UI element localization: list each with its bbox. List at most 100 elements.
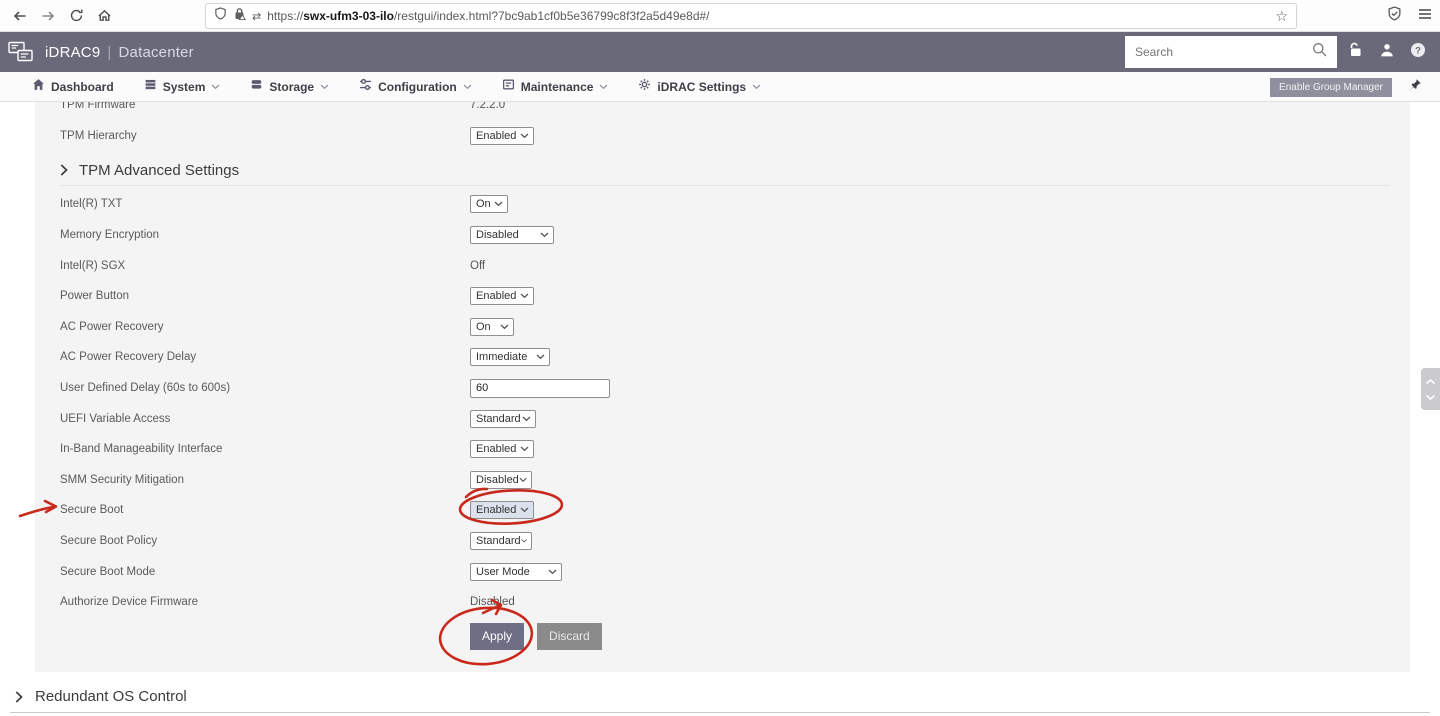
tpm-firmware-label: TPM Firmware: [60, 102, 470, 111]
tpm-hierarchy-label: TPM Hierarchy: [60, 130, 470, 142]
uefi-variable-access-select[interactable]: Standard: [470, 410, 536, 428]
refresh-icon[interactable]: [62, 4, 90, 28]
address-bar[interactable]: ⇄ https://swx-ufm3-03-ilo/restgui/index.…: [205, 3, 1297, 29]
unlock-icon[interactable]: [1348, 42, 1364, 62]
menu-hamburger-icon[interactable]: [1418, 7, 1432, 25]
tpm-firmware-value: 7.2.2.0: [470, 102, 505, 111]
chevron-down-icon: [520, 507, 529, 513]
storage-icon: [250, 78, 263, 96]
secure-boot-mode-select[interactable]: User Mode: [470, 563, 562, 581]
back-icon[interactable]: [6, 4, 34, 28]
configuration-icon: [359, 78, 372, 96]
form-row-intel-r-sgx: Intel(R) SGXOff: [35, 250, 1410, 281]
forward-icon[interactable]: [34, 4, 62, 28]
nav-item-configuration[interactable]: Configuration: [359, 78, 472, 96]
idrac-logo-icon: [8, 41, 35, 64]
nav-item-dashboard[interactable]: Dashboard: [32, 78, 114, 96]
authorize-device-firmware-label: Authorize Device Firmware: [60, 596, 470, 608]
in-band-manageability-interface-select[interactable]: Enabled: [470, 440, 534, 458]
tpm-advanced-settings-header[interactable]: TPM Advanced Settings: [60, 158, 1410, 182]
in-band-manageability-interface-label: In-Band Manageability Interface: [60, 443, 470, 455]
apply-button[interactable]: Apply: [470, 623, 524, 650]
memory-encryption-select[interactable]: Disabled: [470, 226, 554, 244]
secure-boot-policy-label: Secure Boot Policy: [60, 535, 470, 547]
permissions-icon[interactable]: ⇄: [252, 10, 261, 23]
secure-boot-policy-select[interactable]: Standard: [470, 532, 532, 550]
search-box: [1125, 36, 1337, 68]
form-row-user-defined-delay-60s-to-600s: User Defined Delay (60s to 600s): [35, 373, 1410, 404]
chevron-down-icon: [211, 84, 220, 90]
form-row-authorize-device-firmware: Authorize Device FirmwareDisabled: [35, 587, 1410, 618]
form-row-power-button: Power ButtonEnabled: [35, 281, 1410, 312]
chevron-down-icon: [548, 569, 557, 575]
page-title: iDRAC9|Datacenter: [45, 44, 194, 61]
chevron-down-icon: [536, 354, 545, 360]
section-divider: [60, 185, 1390, 186]
maintenance-icon: [502, 78, 515, 96]
search-input[interactable]: [1135, 45, 1312, 59]
discard-button[interactable]: Discard: [537, 623, 602, 650]
nav-item-maintenance[interactable]: Maintenance: [502, 78, 609, 96]
power-button-select[interactable]: Enabled: [470, 287, 534, 305]
nav-item-idrac-settings[interactable]: iDRAC Settings: [638, 78, 761, 96]
pin-icon[interactable]: [1408, 78, 1422, 97]
intel-r-sgx-label: Intel(R) SGX: [60, 260, 470, 272]
form-row-smm-security-mitigation: SMM Security MitigationDisabled: [35, 465, 1410, 496]
shield-icon[interactable]: [214, 7, 227, 25]
enable-group-manager-button[interactable]: Enable Group Manager: [1270, 78, 1392, 97]
chevron-down-icon: [519, 477, 527, 483]
system-icon: [144, 78, 157, 96]
chevron-down-icon: [320, 84, 329, 90]
redundant-os-control-header[interactable]: Redundant OS Control: [15, 688, 187, 705]
form-row-tpm-hierarchy: TPM HierarchyEnabled: [35, 121, 1410, 152]
form-row-ac-power-recovery-delay: AC Power Recovery DelayImmediate: [35, 342, 1410, 373]
authorize-device-firmware-value: Disabled: [470, 596, 515, 608]
smm-security-mitigation-label: SMM Security Mitigation: [60, 474, 470, 486]
bios-settings-panel: TPM Firmware7.2.2.0TPM HierarchyEnabled …: [35, 102, 1410, 672]
intel-r-sgx-value: Off: [470, 260, 485, 272]
nav-item-system[interactable]: System: [144, 78, 221, 96]
form-row-tpm-firmware: TPM Firmware7.2.2.0: [35, 102, 1410, 121]
nav-item-storage[interactable]: Storage: [250, 78, 329, 96]
bookmark-star-icon[interactable]: ☆: [1275, 8, 1288, 25]
chevron-down-icon: [463, 84, 472, 90]
secure-boot-mode-label: Secure Boot Mode: [60, 566, 470, 578]
chevron-down-icon: [540, 232, 549, 238]
search-icon[interactable]: [1312, 42, 1327, 62]
chevron-down-icon: [494, 201, 503, 207]
ac-power-recovery-delay-label: AC Power Recovery Delay: [60, 351, 470, 363]
secure-boot-label: Secure Boot: [60, 504, 470, 516]
chevron-down-icon: [520, 133, 529, 139]
help-icon[interactable]: ?: [1410, 42, 1426, 63]
uefi-variable-access-label: UEFI Variable Access: [60, 413, 470, 425]
ac-power-recovery-delay-select[interactable]: Immediate: [470, 348, 550, 366]
intel-r-txt-select[interactable]: On: [470, 195, 508, 213]
svg-text:?: ?: [1415, 45, 1421, 56]
user-defined-delay-60s-to-600s-input[interactable]: [470, 379, 610, 398]
ac-power-recovery-select[interactable]: On: [470, 318, 514, 336]
scroll-up-button[interactable]: [1424, 376, 1437, 386]
secure-boot-select[interactable]: Enabled: [470, 501, 534, 519]
form-row-in-band-manageability-interface: In-Band Manageability InterfaceEnabled: [35, 434, 1410, 465]
app-header: iDRAC9|Datacenter ?: [0, 32, 1440, 72]
chevron-right-icon: [15, 691, 23, 703]
smm-security-mitigation-select[interactable]: Disabled: [470, 471, 532, 489]
form-row-secure-boot: Secure BootEnabled: [35, 495, 1410, 526]
form-row-secure-boot-mode: Secure Boot ModeUser Mode: [35, 556, 1410, 587]
chevron-right-icon: [60, 164, 68, 176]
form-row-uefi-variable-access: UEFI Variable AccessStandard: [35, 403, 1410, 434]
intel-r-txt-label: Intel(R) TXT: [60, 198, 470, 210]
protections-shield-icon[interactable]: [1387, 6, 1402, 26]
lock-warning-icon[interactable]: [233, 7, 246, 25]
chevron-down-icon: [520, 446, 529, 452]
idrac-settings-icon: [638, 78, 651, 96]
scroll-widget: [1421, 368, 1440, 410]
scroll-down-button[interactable]: [1424, 392, 1437, 402]
user-defined-delay-60s-to-600s-label: User Defined Delay (60s to 600s): [60, 382, 470, 394]
tpm-hierarchy-select[interactable]: Enabled: [470, 127, 534, 145]
user-icon[interactable]: [1380, 43, 1394, 62]
chevron-down-icon: [520, 293, 529, 299]
chevron-down-icon: [599, 84, 608, 90]
browser-toolbar: ⇄ https://swx-ufm3-03-ilo/restgui/index.…: [0, 0, 1440, 32]
home-browser-icon[interactable]: [90, 4, 118, 28]
